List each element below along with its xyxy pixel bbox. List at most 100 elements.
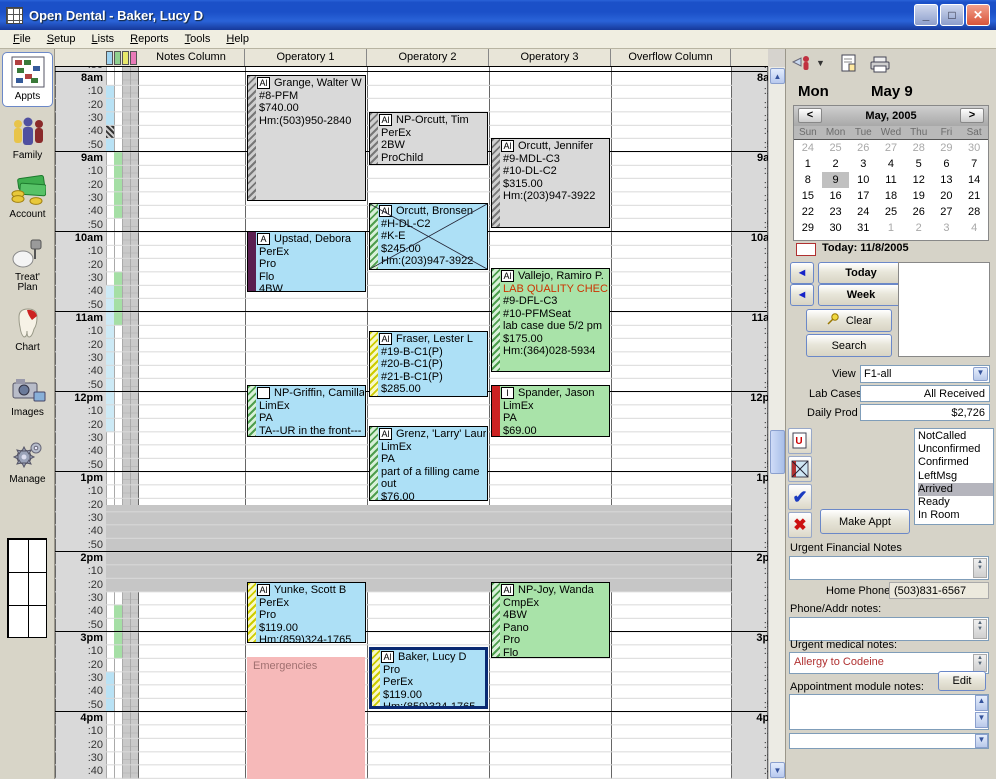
appointment-orcutt[interactable]: AlOrcutt, Bronsen#H-DL-C2#K-E$245.00Hm:(… bbox=[369, 203, 488, 270]
confirm-check-icon[interactable]: ✔ bbox=[788, 484, 812, 510]
sidebar-item-images[interactable]: Images bbox=[2, 374, 53, 418]
calendar-day-cell[interactable]: 4 bbox=[960, 220, 988, 236]
calendar-day-cell[interactable]: 1 bbox=[877, 220, 905, 236]
calendar-day-cell[interactable]: 6 bbox=[933, 156, 961, 172]
confirmation-status-list[interactable]: NotCalledUnconfirmedConfirmedLeftMsgArri… bbox=[914, 428, 994, 525]
chevron-down-icon[interactable]: ▼ bbox=[816, 58, 825, 68]
menu-tools[interactable]: Tools bbox=[178, 31, 218, 47]
calendar-day-cell[interactable]: 13 bbox=[933, 172, 961, 188]
break-appt-icon[interactable] bbox=[788, 456, 812, 482]
calendar-prev-icon[interactable]: < bbox=[798, 108, 822, 123]
today-button[interactable]: Today bbox=[818, 262, 904, 284]
calendar-day-cell[interactable]: 25 bbox=[822, 140, 850, 156]
urgent-financial-input[interactable]: ▲▼ bbox=[789, 556, 989, 580]
scroll-down-icon[interactable]: ▼ bbox=[770, 762, 785, 778]
calendar-day-cell[interactable]: 8 bbox=[794, 172, 822, 188]
schedule-grid[interactable]: :50:508am8am:10:10:20:20:30:30:40:40:50:… bbox=[55, 67, 768, 779]
week-back-icon[interactable]: ◄ bbox=[790, 284, 814, 306]
make-appt-button[interactable]: Make Appt bbox=[820, 509, 910, 534]
calendar-day-cell[interactable]: 11 bbox=[877, 172, 905, 188]
status-item-notcalled[interactable]: NotCalled bbox=[918, 430, 993, 443]
calendar-day-cell[interactable]: 23 bbox=[822, 204, 850, 220]
calendar-day-cell[interactable]: 15 bbox=[794, 188, 822, 204]
spinner-icon[interactable]: ▲▼ bbox=[973, 654, 987, 672]
scroll-up-icon[interactable]: ▲ bbox=[770, 68, 785, 84]
calendar-day-cell[interactable]: 30 bbox=[822, 220, 850, 236]
appointment-npgriffin[interactable]: NP-Griffin, CamillaLimExPATA--UR in the … bbox=[247, 385, 366, 437]
scroll-down-icon[interactable]: ▼ bbox=[975, 712, 988, 728]
calendar-day-cell[interactable]: 2 bbox=[822, 156, 850, 172]
extra-note-input[interactable] bbox=[789, 733, 989, 749]
calendar-day-cell[interactable]: 19 bbox=[905, 188, 933, 204]
menu-file[interactable]: File bbox=[6, 31, 38, 47]
calendar-next-icon[interactable]: > bbox=[960, 108, 984, 123]
status-item-in room[interactable]: In Room bbox=[918, 509, 993, 522]
calendar-day-cell[interactable]: 20 bbox=[933, 188, 961, 204]
scroll-up-icon[interactable]: ▲ bbox=[975, 695, 988, 711]
urgent-note-icon[interactable]: U bbox=[788, 428, 812, 454]
calendar-day-cell[interactable]: 27 bbox=[933, 204, 961, 220]
delete-x-icon[interactable]: ✖ bbox=[788, 512, 812, 538]
calendar-day-cell[interactable]: 28 bbox=[960, 204, 988, 220]
clear-button[interactable]: Clear bbox=[806, 309, 892, 332]
calendar-day-cell[interactable]: 16 bbox=[822, 188, 850, 204]
status-item-unconfirmed[interactable]: Unconfirmed bbox=[918, 443, 993, 456]
appointment-yunke[interactable]: AlYunke, Scott BPerExPro$119.00Hm:(859)3… bbox=[247, 582, 366, 643]
sidebar-item-appts[interactable]: Appts bbox=[2, 52, 53, 107]
print-icon[interactable] bbox=[870, 56, 890, 76]
appointment-baker[interactable]: AlBaker, Lucy DProPerEx$119.00Hm:(859)32… bbox=[369, 647, 488, 709]
maximize-button[interactable]: □ bbox=[940, 4, 964, 26]
phone-addr-input[interactable]: ▲▼ bbox=[789, 617, 989, 641]
menu-setup[interactable]: Setup bbox=[40, 31, 83, 47]
spinner-icon[interactable]: ▲▼ bbox=[973, 558, 987, 578]
calendar-day-cell[interactable]: 29 bbox=[794, 220, 822, 236]
calendar-day-cell[interactable]: 10 bbox=[849, 172, 877, 188]
calendar-day-cell[interactable]: 14 bbox=[960, 172, 988, 188]
scroll-down-icon[interactable]: ▼ bbox=[975, 734, 988, 748]
calendar-day-cell[interactable]: 27 bbox=[877, 140, 905, 156]
pinboard-list[interactable] bbox=[898, 262, 990, 357]
calendar-day-cell[interactable]: 26 bbox=[849, 140, 877, 156]
calendar-day-cell[interactable]: 9 bbox=[822, 172, 850, 188]
appointment-spander[interactable]: ISpander, JasonLimExPA$69.00 bbox=[491, 385, 610, 437]
menu-help[interactable]: Help bbox=[219, 31, 256, 47]
appointment-nporcutt[interactable]: AlNP-Orcutt, TimPerEx2BWProChild bbox=[369, 112, 488, 165]
calendar-day-cell[interactable]: 25 bbox=[877, 204, 905, 220]
calendar-day-cell[interactable]: 18 bbox=[877, 188, 905, 204]
minimize-button[interactable]: _ bbox=[914, 4, 938, 26]
search-button[interactable]: Search bbox=[806, 334, 892, 357]
schedule-scrollbar[interactable]: ▲ ▼ bbox=[768, 67, 785, 779]
appointment-grange[interactable]: AlGrange, Walter W#8-PFM$740.00Hm:(503)9… bbox=[247, 75, 366, 201]
menu-lists[interactable]: Lists bbox=[85, 31, 122, 47]
status-item-arrived[interactable]: Arrived bbox=[918, 483, 993, 496]
calendar-day-cell[interactable]: 31 bbox=[849, 220, 877, 236]
week-button[interactable]: Week bbox=[818, 284, 904, 306]
sidebar-item-manage[interactable]: Manage bbox=[2, 439, 53, 485]
today-back-icon[interactable]: ◄ bbox=[790, 262, 814, 284]
appointment-orcutt[interactable]: AlOrcutt, Jennifer#9-MDL-C3#10-DL-C2$315… bbox=[491, 138, 610, 228]
calendar-day-cell[interactable]: 12 bbox=[905, 172, 933, 188]
sidebar-item-treatplan[interactable]: Treat'Plan bbox=[2, 237, 53, 293]
sidebar-item-family[interactable]: Family bbox=[2, 117, 53, 161]
calendar-day-cell[interactable]: 7 bbox=[960, 156, 988, 172]
calendar-day-cell[interactable]: 30 bbox=[960, 140, 988, 156]
appointment-upstad[interactable]: AUpstad, DeboraPerExProFlo4BW bbox=[247, 231, 366, 292]
view-dropdown[interactable]: F1-all ▼ bbox=[860, 365, 990, 383]
menu-reports[interactable]: Reports bbox=[123, 31, 176, 47]
calendar-day-cell[interactable]: 22 bbox=[794, 204, 822, 220]
status-item-leftmsg[interactable]: LeftMsg bbox=[918, 470, 993, 483]
appointment-grenz[interactable]: AlGrenz, 'Larry' LaurenceLimExPApart of … bbox=[369, 426, 488, 501]
status-item-confirmed[interactable]: Confirmed bbox=[918, 456, 993, 469]
calendar-day-cell[interactable]: 4 bbox=[877, 156, 905, 172]
calendar-day-cell[interactable]: 3 bbox=[933, 220, 961, 236]
calendar-day-grid[interactable]: 2425262728293012345678910111213141516171… bbox=[794, 140, 988, 237]
edit-button[interactable]: Edit bbox=[938, 671, 986, 691]
calendar-day-cell[interactable]: 21 bbox=[960, 188, 988, 204]
calendar-day-cell[interactable]: 24 bbox=[794, 140, 822, 156]
calendar-day-cell[interactable]: 1 bbox=[794, 156, 822, 172]
appointment-vallejo[interactable]: AlVallejo, Ramiro P.LAB QUALITY CHECKE#9… bbox=[491, 268, 610, 372]
close-button[interactable]: ✕ bbox=[966, 4, 990, 26]
calendar-day-cell[interactable]: 26 bbox=[905, 204, 933, 220]
calendar-day-cell[interactable]: 29 bbox=[933, 140, 961, 156]
calendar-day-cell[interactable]: 17 bbox=[849, 188, 877, 204]
